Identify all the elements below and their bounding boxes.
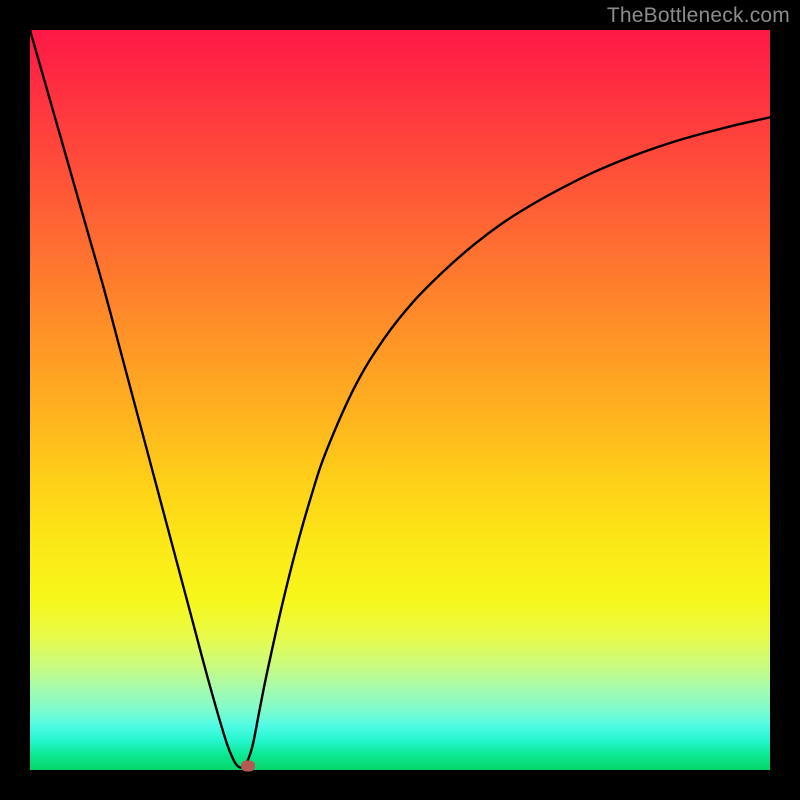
- watermark-label: TheBottleneck.com: [607, 4, 790, 28]
- plot-area: [30, 30, 770, 770]
- chart-stage: TheBottleneck.com: [0, 0, 800, 800]
- minimum-marker: [241, 760, 255, 771]
- bottleneck-curve: [30, 30, 770, 770]
